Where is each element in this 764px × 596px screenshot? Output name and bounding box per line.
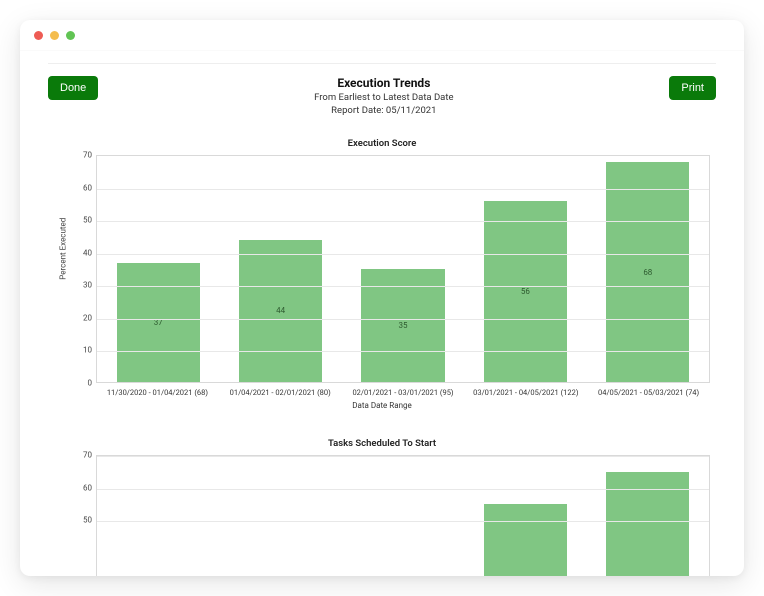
bar-slot: 68 <box>587 156 709 382</box>
bar-value-label: 44 <box>276 306 285 315</box>
y-tick: 50 <box>83 216 92 225</box>
bar-slot <box>219 456 341 576</box>
grid-line <box>97 456 709 457</box>
bar-slot: 35 <box>342 156 464 382</box>
bar <box>484 504 567 576</box>
x-tick: 01/04/2021 - 02/01/2021 (80) <box>219 383 342 397</box>
bar-slot: 37 <box>97 156 219 382</box>
chart-body: Percent Executed 010203040506070 3744355… <box>66 155 710 383</box>
y-tick: 20 <box>83 313 92 322</box>
grid-line <box>97 286 709 287</box>
plot-area: 37 44 35 56 68 <box>96 155 710 383</box>
y-axis: 506070 <box>66 455 96 576</box>
page-title: Execution Trends <box>98 76 669 90</box>
bar-slot: 56 <box>464 156 586 382</box>
y-tick: 0 <box>88 379 93 388</box>
chart-execution-score: Execution Score Percent Executed 0102030… <box>48 138 716 410</box>
y-tick: 50 <box>83 516 92 525</box>
header-row: Done Execution Trends From Earliest to L… <box>48 76 716 116</box>
grid-line <box>97 521 709 522</box>
x-axis-label: Data Date Range <box>48 401 716 410</box>
y-tick: 60 <box>83 183 92 192</box>
print-button[interactable]: Print <box>669 76 716 100</box>
x-axis: 11/30/2020 - 01/04/2021 (68)01/04/2021 -… <box>96 383 710 397</box>
y-tick: 40 <box>83 248 92 257</box>
y-axis: 010203040506070 <box>66 155 96 383</box>
x-tick: 02/01/2021 - 03/01/2021 (95) <box>342 383 465 397</box>
window-close-icon[interactable] <box>34 31 43 40</box>
bar-slot: 44 <box>219 156 341 382</box>
bar: 37 <box>117 263 200 382</box>
bar-slot <box>97 456 219 576</box>
grid-line <box>97 254 709 255</box>
bar-value-label: 68 <box>643 268 652 277</box>
bar: 44 <box>239 240 322 382</box>
bars-container <box>97 456 709 576</box>
bar-value-label: 56 <box>521 287 530 296</box>
y-tick: 70 <box>83 451 92 460</box>
y-tick: 70 <box>83 151 92 160</box>
bar-value-label: 35 <box>399 321 408 330</box>
grid-line <box>97 319 709 320</box>
bar-slot <box>587 456 709 576</box>
x-tick: 11/30/2020 - 01/04/2021 (68) <box>96 383 219 397</box>
bar-slot <box>342 456 464 576</box>
page-subtitle-2: Report Date: 05/11/2021 <box>98 105 669 116</box>
chart-title: Tasks Scheduled To Start <box>48 438 716 449</box>
app-window: Done Execution Trends From Earliest to L… <box>20 20 744 576</box>
grid-line <box>97 189 709 190</box>
bar: 56 <box>484 201 567 382</box>
y-tick: 10 <box>83 346 92 355</box>
window-titlebar <box>20 20 744 50</box>
chart-title: Execution Score <box>48 138 716 149</box>
chart-tasks-scheduled: Tasks Scheduled To Start 50 60 70 <box>48 438 716 576</box>
done-button[interactable]: Done <box>48 76 98 100</box>
x-tick: 04/05/2021 - 05/03/2021 (74) <box>587 383 710 397</box>
chart-body: 506070 <box>66 455 710 576</box>
report-page: Done Execution Trends From Earliest to L… <box>20 50 744 576</box>
divider <box>48 63 716 64</box>
window-minimize-icon[interactable] <box>50 31 59 40</box>
y-tick: 30 <box>83 281 92 290</box>
bar: 68 <box>606 162 689 382</box>
grid-line <box>97 489 709 490</box>
page-subtitle-1: From Earliest to Latest Data Date <box>98 92 669 103</box>
title-block: Execution Trends From Earliest to Latest… <box>98 76 669 116</box>
y-tick: 60 <box>83 483 92 492</box>
bar-slot <box>464 456 586 576</box>
grid-line <box>97 351 709 352</box>
plot-area <box>96 455 710 576</box>
grid-line <box>97 221 709 222</box>
bars-container: 37 44 35 56 68 <box>97 156 709 382</box>
x-tick: 03/01/2021 - 04/05/2021 (122) <box>464 383 587 397</box>
window-zoom-icon[interactable] <box>66 31 75 40</box>
